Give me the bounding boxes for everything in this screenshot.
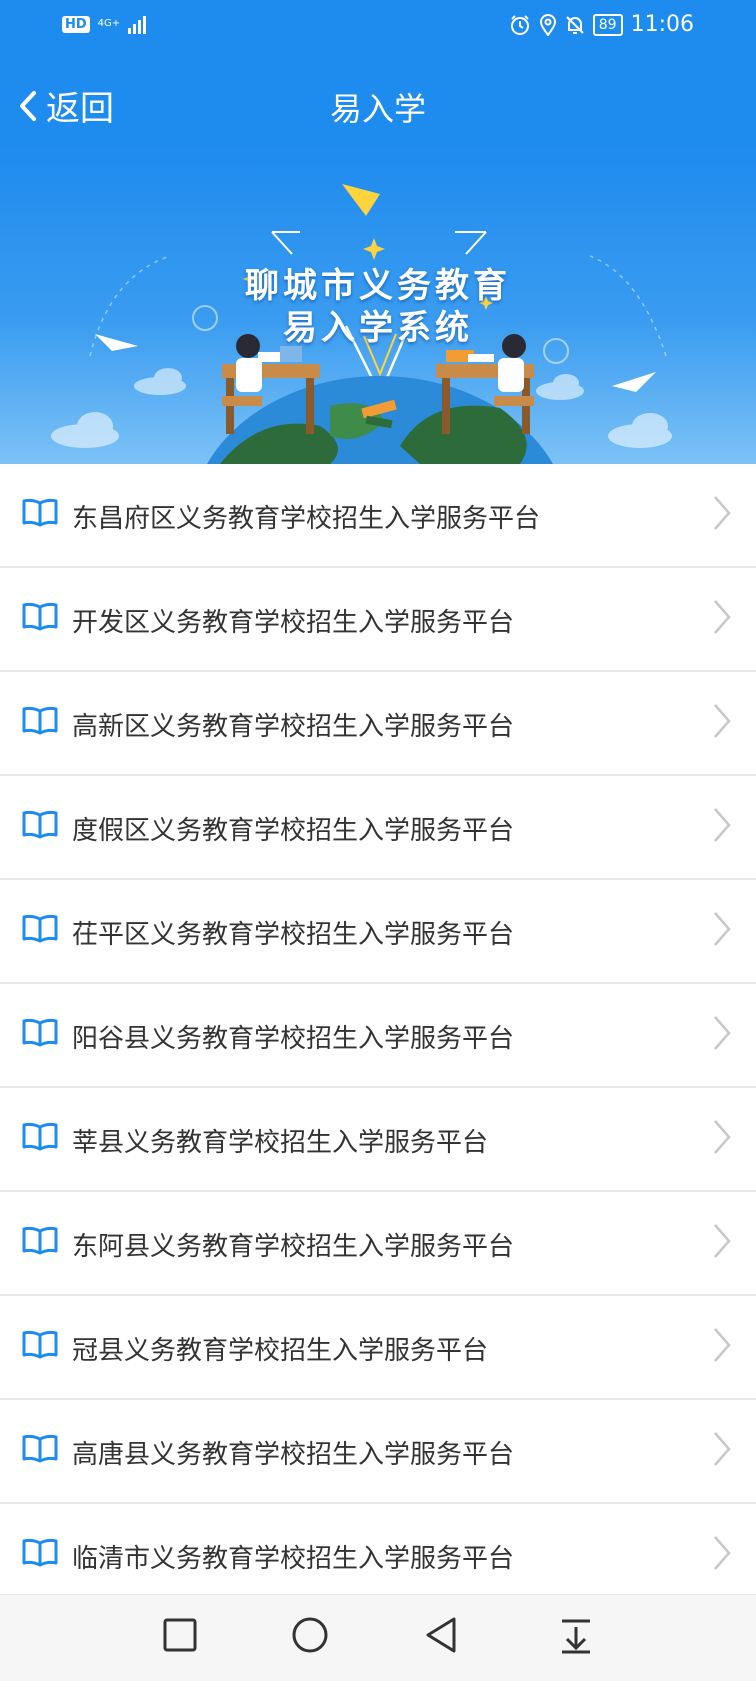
chevron-right-icon [714, 912, 731, 946]
hd-badge: HD [62, 15, 90, 33]
clock: 11:06 [630, 12, 694, 37]
book-icon [22, 1434, 58, 1463]
status-left: HD 4G+ [62, 14, 147, 34]
home-icon[interactable] [290, 1615, 330, 1655]
system-nav-bar [0, 1594, 756, 1681]
book-icon [22, 914, 58, 943]
chevron-right-icon [714, 600, 731, 634]
list-item-label: 冠县义务教育学校招生入学服务平台 [72, 1336, 489, 1366]
list-item[interactable]: 冠县义务教育学校招生入学服务平台 [0, 1296, 756, 1400]
chevron-right-icon [714, 808, 731, 842]
app-header: 返回 易入学 [0, 56, 756, 146]
book-icon [22, 602, 58, 631]
list-item[interactable]: 开发区义务教育学校招生入学服务平台 [0, 568, 756, 672]
status-bar: HD 4G+ 89 11:06 [0, 0, 756, 56]
list-item-label: 茌平区义务教育学校招生入学服务平台 [72, 920, 515, 950]
chevron-right-icon [714, 1224, 731, 1258]
list-item[interactable]: 东昌府区义务教育学校招生入学服务平台 [0, 464, 756, 568]
list-item[interactable]: 阳谷县义务教育学校招生入学服务平台 [0, 984, 756, 1088]
battery-icon: 89 [592, 13, 623, 36]
list-item-label: 高唐县义务教育学校招生入学服务平台 [72, 1440, 515, 1470]
chevron-right-icon [714, 1536, 731, 1570]
mute-icon [566, 15, 584, 34]
book-icon [22, 706, 58, 735]
list-item-label: 阳谷县义务教育学校招生入学服务平台 [72, 1024, 515, 1054]
status-right: 89 11:06 [509, 12, 694, 37]
list-item[interactable]: 度假区义务教育学校招生入学服务平台 [0, 776, 756, 880]
chevron-right-icon [714, 1432, 731, 1466]
list-item[interactable]: 高唐县义务教育学校招生入学服务平台 [0, 1400, 756, 1504]
list-item[interactable]: 高新区义务教育学校招生入学服务平台 [0, 672, 756, 776]
chevron-right-icon [714, 1120, 731, 1154]
list-item[interactable]: 临清市义务教育学校招生入学服务平台 [0, 1504, 756, 1608]
chevron-right-icon [714, 1328, 731, 1362]
alarm-icon [510, 14, 529, 35]
book-icon [22, 1122, 58, 1151]
book-icon [22, 810, 58, 839]
book-icon [22, 1538, 58, 1567]
book-icon [22, 498, 58, 527]
list-item-label: 东昌府区义务教育学校招生入学服务平台 [72, 504, 541, 534]
book-icon [22, 1330, 58, 1359]
chevron-right-icon [714, 704, 731, 738]
banner-subtitle: 易入学系统 [283, 308, 473, 348]
list-item-label: 开发区义务教育学校招生入学服务平台 [72, 608, 515, 638]
list-item-label: 临清市义务教育学校招生入学服务平台 [72, 1544, 515, 1574]
hero-banner: 聊城市义务教育 易入学系统 [0, 146, 756, 464]
back-icon[interactable] [422, 1615, 462, 1655]
platform-list: 东昌府区义务教育学校招生入学服务平台 开发区义务教育学校招生入学服务平台 高新区… [0, 464, 756, 1608]
list-item-label: 莘县义务教育学校招生入学服务平台 [72, 1128, 489, 1158]
paper-plane-icon [342, 184, 380, 216]
list-item[interactable]: 东阿县义务教育学校招生入学服务平台 [0, 1192, 756, 1296]
notification-drawer-icon[interactable] [556, 1615, 596, 1655]
list-item-label: 东阿县义务教育学校招生入学服务平台 [72, 1232, 515, 1262]
paper-plane-icon [612, 372, 656, 392]
list-item[interactable]: 茌平区义务教育学校招生入学服务平台 [0, 880, 756, 984]
signal-icon [128, 14, 147, 34]
location-icon [539, 13, 556, 36]
book-icon [22, 1226, 58, 1255]
network-type: 4G+ [97, 18, 121, 29]
recent-apps-icon[interactable] [160, 1615, 200, 1655]
chevron-right-icon [714, 1016, 731, 1050]
page-title: 易入学 [329, 90, 426, 128]
chevron-right-icon [714, 496, 731, 530]
list-item[interactable]: 莘县义务教育学校招生入学服务平台 [0, 1088, 756, 1192]
list-item-label: 高新区义务教育学校招生入学服务平台 [72, 712, 515, 742]
book-icon [22, 1018, 58, 1047]
list-item-label: 度假区义务教育学校招生入学服务平台 [72, 816, 515, 846]
